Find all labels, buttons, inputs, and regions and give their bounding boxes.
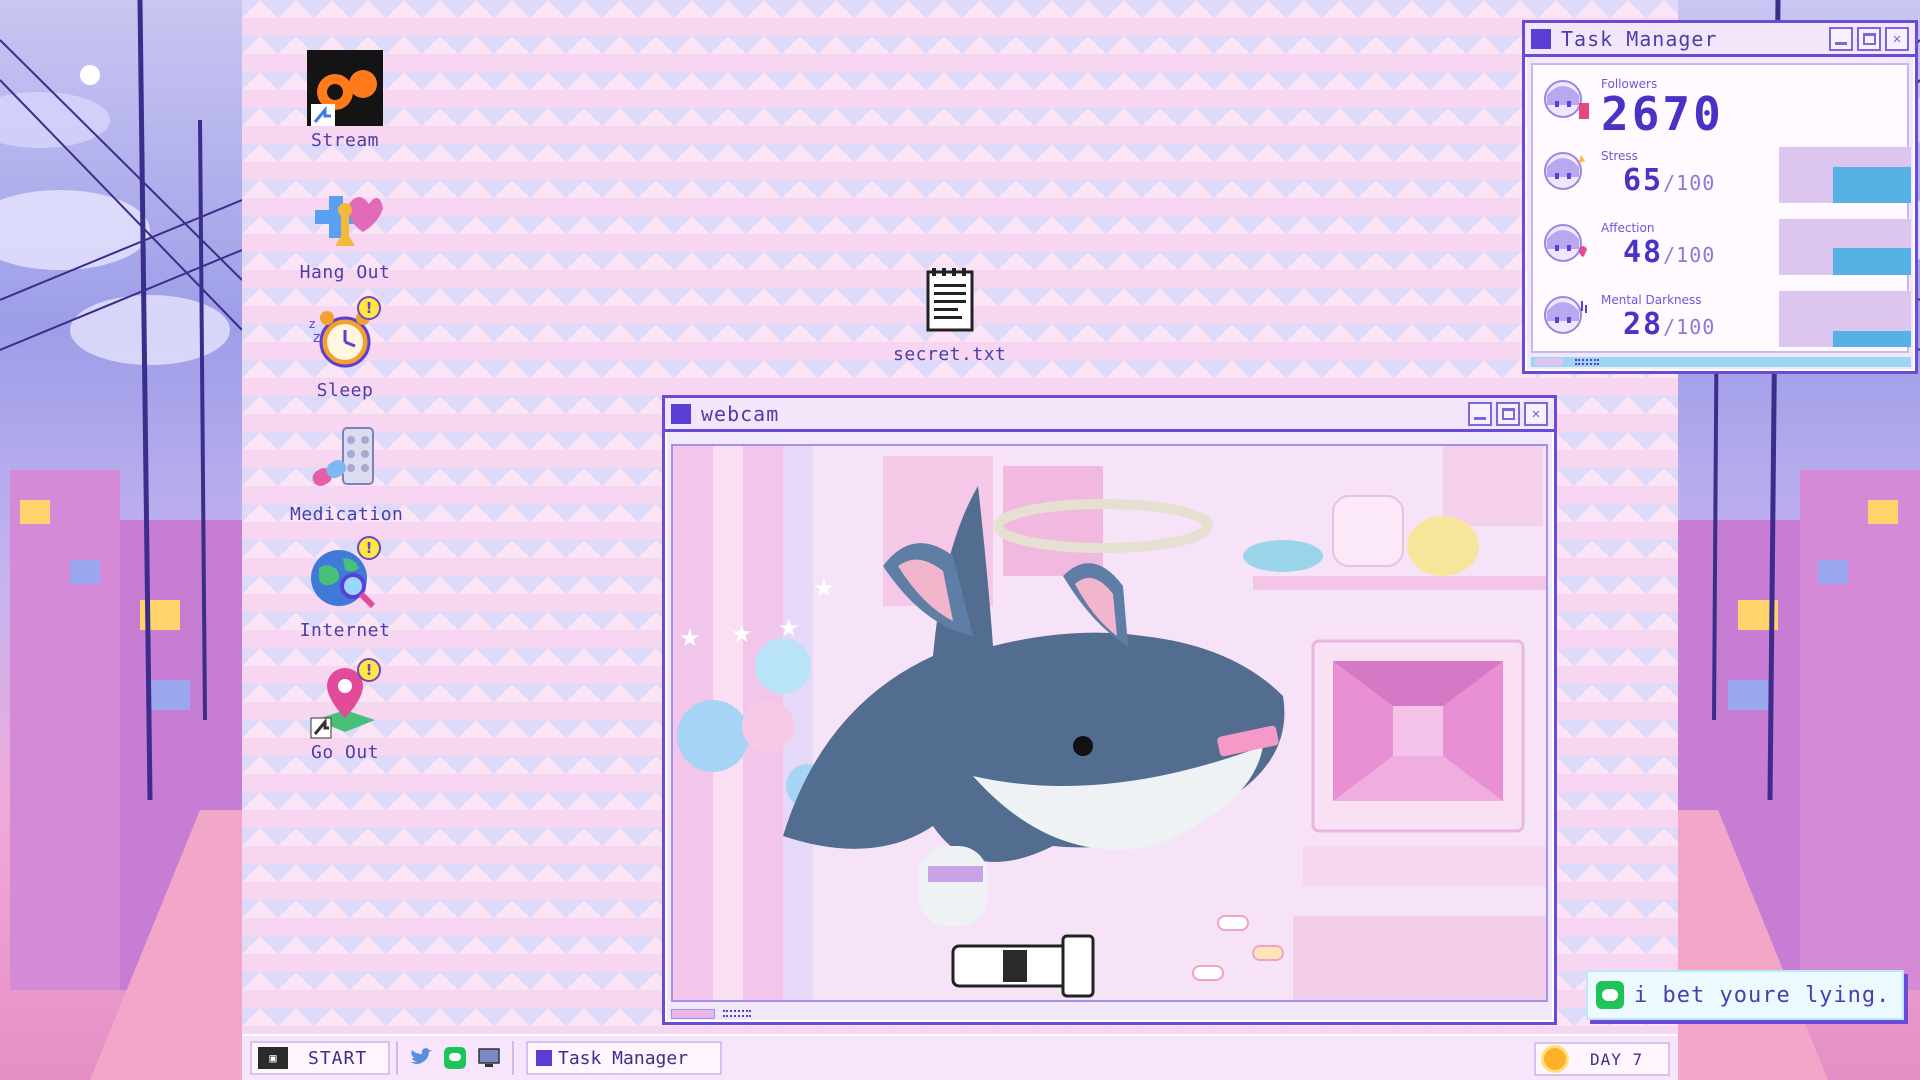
maximize-button[interactable] <box>1857 26 1881 51</box>
mental-darkness-value: 28/100 <box>1623 307 1716 342</box>
taskbar-item-task-manager[interactable]: Task Manager <box>526 1041 722 1075</box>
desktop-icon-stream[interactable]: Stream <box>290 48 400 151</box>
webcam-feed: ★ ★ ★ ★ <box>671 444 1548 1002</box>
affection-bar <box>1779 219 1911 275</box>
chat-icon <box>1596 981 1624 1009</box>
desktop-icon-label: Sleep <box>316 380 374 401</box>
minimize-button[interactable] <box>1468 401 1492 426</box>
taskbar: ▣ START Task Manager DAY 7 <box>242 1034 1678 1080</box>
globe-search-icon: ! <box>305 536 385 618</box>
notification-badge: ! <box>357 658 381 682</box>
notification-badge: ! <box>357 296 381 320</box>
stress-value: 65/100 <box>1623 163 1716 198</box>
desktop: Stream Hang Out z z ! Sleep Medication !… <box>242 0 1918 1034</box>
window-icon <box>536 1050 552 1066</box>
webcam-window[interactable]: webcam ✕ ★ ★ ★ ★ <box>662 395 1557 1025</box>
affection-label: Affection <box>1601 221 1655 235</box>
close-button[interactable]: ✕ <box>1524 401 1548 426</box>
desktop-icon-sleep[interactable]: z z ! Sleep <box>290 296 400 401</box>
maximize-button[interactable] <box>1496 401 1520 426</box>
start-label: START <box>308 1047 368 1069</box>
window-statusbar <box>671 1006 1548 1020</box>
affection-stat: Affection 48/100 <box>1541 213 1911 277</box>
svg-text:★: ★ <box>679 624 701 652</box>
webcam-titlebar[interactable]: webcam ✕ <box>665 398 1554 432</box>
notification-badge: ! <box>357 536 381 560</box>
desktop-icon-label: Hang Out <box>299 262 391 283</box>
hang-out-icon <box>305 180 385 260</box>
start-button[interactable]: ▣ START <box>250 1041 390 1075</box>
mental-darkness-bar <box>1779 291 1911 347</box>
task-manager-body: Followers 2670 Stress 65/100 Affection 4… <box>1531 63 1911 353</box>
stress-label: Stress <box>1601 149 1638 163</box>
start-logo-icon: ▣ <box>258 1047 288 1069</box>
notepad-icon <box>908 262 988 342</box>
window-icon <box>671 403 691 424</box>
day-label: DAY 7 <box>1590 1049 1644 1069</box>
mental-darkness-label: Mental Darkness <box>1601 293 1702 307</box>
svg-text:★: ★ <box>813 574 835 602</box>
window-title: webcam <box>701 401 780 426</box>
svg-text:z: z <box>309 317 315 331</box>
mental-darkness-stat: Mental Darkness 28/100 <box>1541 285 1911 349</box>
svg-text:z: z <box>313 330 320 346</box>
desktop-icon-hang-out[interactable]: Hang Out <box>290 180 400 283</box>
stress-bar-fill <box>1833 166 1911 203</box>
chat-message[interactable]: i bet youre lying. <box>1586 970 1904 1020</box>
task-manager-window[interactable]: Task Manager ✕ Followers 2670 Stress 65/… <box>1522 20 1918 374</box>
affection-avatar-icon <box>1541 219 1589 269</box>
stress-stat: Stress 65/100 <box>1541 141 1911 205</box>
desktop-icon-label: Medication <box>290 504 404 525</box>
followers-value: 2670 <box>1601 87 1724 141</box>
svg-text:★: ★ <box>731 620 753 648</box>
alarm-clock-icon: z z ! <box>305 296 385 378</box>
close-button[interactable]: ✕ <box>1885 26 1909 51</box>
desktop-icon-secret-txt[interactable]: secret.txt <box>893 262 1007 365</box>
desktop-icon-label: Stream <box>310 130 380 151</box>
desktop-icon-go-out[interactable]: ! Go Out <box>290 658 400 763</box>
task-manager-titlebar[interactable]: Task Manager ✕ <box>1525 23 1915 57</box>
svg-text:★: ★ <box>778 614 800 642</box>
street-scenery-left <box>0 0 242 1080</box>
taskbar-divider <box>396 1041 398 1075</box>
stress-bar <box>1779 147 1911 203</box>
desktop-icon-label: secret.txt <box>893 344 1007 365</box>
desktop-icon-label: Internet <box>299 620 391 641</box>
desktop-icon-label: Go Out <box>310 742 380 763</box>
mental-darkness-bar-fill <box>1833 331 1911 347</box>
minimize-button[interactable] <box>1829 26 1853 51</box>
stressed-avatar-icon <box>1541 147 1589 197</box>
map-pin-icon: ! <box>305 658 385 740</box>
chat-message-text: i bet youre lying. <box>1634 982 1891 1008</box>
desktop-icon-internet[interactable]: ! Internet <box>290 536 400 641</box>
dark-avatar-icon <box>1541 291 1589 341</box>
window-statusbar <box>1531 357 1911 367</box>
taskbar-divider <box>512 1041 514 1075</box>
chat-app-icon[interactable] <box>441 1044 469 1072</box>
window-title: Task Manager <box>1561 26 1718 51</box>
twitter-bird-icon[interactable] <box>407 1044 435 1072</box>
affection-bar-fill <box>1833 248 1911 275</box>
monitor-icon[interactable] <box>475 1044 503 1072</box>
window-icon <box>1531 28 1551 49</box>
avatar-icon <box>1541 75 1589 125</box>
desktop-icon-medication[interactable]: Medication <box>290 422 404 525</box>
affection-value: 48/100 <box>1623 235 1716 270</box>
taskbar-item-label: Task Manager <box>558 1047 689 1069</box>
followers-stat: Followers 2670 <box>1541 69 1911 141</box>
day-indicator: DAY 7 <box>1534 1042 1670 1076</box>
pill-icon <box>305 422 385 502</box>
stream-app-icon <box>305 48 385 128</box>
sun-icon <box>1544 1048 1566 1070</box>
